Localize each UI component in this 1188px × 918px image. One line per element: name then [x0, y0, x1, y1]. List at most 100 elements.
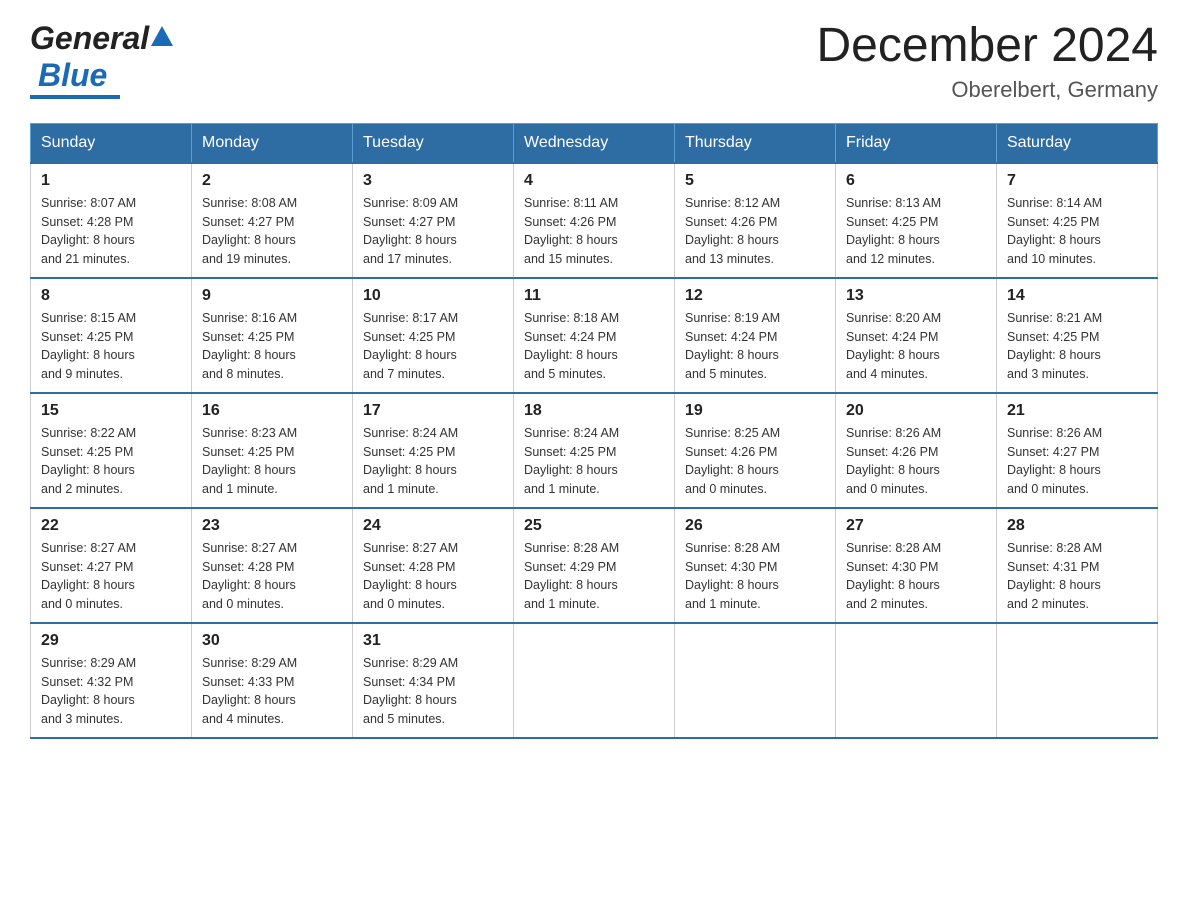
day-info: Sunrise: 8:17 AMSunset: 4:25 PMDaylight:…	[363, 309, 503, 384]
calendar-cell: 17 Sunrise: 8:24 AMSunset: 4:25 PMDaylig…	[353, 393, 514, 508]
day-info: Sunrise: 8:29 AMSunset: 4:33 PMDaylight:…	[202, 654, 342, 729]
day-number: 10	[363, 287, 503, 305]
calendar-cell: 16 Sunrise: 8:23 AMSunset: 4:25 PMDaylig…	[192, 393, 353, 508]
col-sunday: Sunday	[31, 123, 192, 163]
logo-underline	[30, 95, 120, 99]
day-number: 7	[1007, 172, 1147, 190]
day-number: 18	[524, 402, 664, 420]
day-info: Sunrise: 8:18 AMSunset: 4:24 PMDaylight:…	[524, 309, 664, 384]
calendar-cell	[675, 623, 836, 738]
calendar-cell: 1 Sunrise: 8:07 AMSunset: 4:28 PMDayligh…	[31, 163, 192, 278]
day-info: Sunrise: 8:24 AMSunset: 4:25 PMDaylight:…	[524, 424, 664, 499]
day-info: Sunrise: 8:28 AMSunset: 4:31 PMDaylight:…	[1007, 539, 1147, 614]
day-info: Sunrise: 8:28 AMSunset: 4:30 PMDaylight:…	[846, 539, 986, 614]
day-info: Sunrise: 8:26 AMSunset: 4:26 PMDaylight:…	[846, 424, 986, 499]
day-number: 26	[685, 517, 825, 535]
logo-blue-text: Blue	[38, 57, 107, 94]
day-number: 22	[41, 517, 181, 535]
day-info: Sunrise: 8:24 AMSunset: 4:25 PMDaylight:…	[363, 424, 503, 499]
page-header: General Blue December 2024 Oberelbert, G…	[30, 20, 1158, 103]
calendar-week-row: 1 Sunrise: 8:07 AMSunset: 4:28 PMDayligh…	[31, 163, 1158, 278]
calendar-cell: 22 Sunrise: 8:27 AMSunset: 4:27 PMDaylig…	[31, 508, 192, 623]
day-info: Sunrise: 8:27 AMSunset: 4:27 PMDaylight:…	[41, 539, 181, 614]
calendar-cell: 14 Sunrise: 8:21 AMSunset: 4:25 PMDaylig…	[997, 278, 1158, 393]
calendar-cell: 12 Sunrise: 8:19 AMSunset: 4:24 PMDaylig…	[675, 278, 836, 393]
day-info: Sunrise: 8:13 AMSunset: 4:25 PMDaylight:…	[846, 194, 986, 269]
day-info: Sunrise: 8:22 AMSunset: 4:25 PMDaylight:…	[41, 424, 181, 499]
day-number: 28	[1007, 517, 1147, 535]
day-info: Sunrise: 8:09 AMSunset: 4:27 PMDaylight:…	[363, 194, 503, 269]
day-number: 30	[202, 632, 342, 650]
day-number: 29	[41, 632, 181, 650]
title-block: December 2024 Oberelbert, Germany	[816, 20, 1158, 103]
calendar-cell: 26 Sunrise: 8:28 AMSunset: 4:30 PMDaylig…	[675, 508, 836, 623]
day-info: Sunrise: 8:12 AMSunset: 4:26 PMDaylight:…	[685, 194, 825, 269]
day-number: 6	[846, 172, 986, 190]
calendar-cell: 9 Sunrise: 8:16 AMSunset: 4:25 PMDayligh…	[192, 278, 353, 393]
calendar-week-row: 22 Sunrise: 8:27 AMSunset: 4:27 PMDaylig…	[31, 508, 1158, 623]
day-number: 25	[524, 517, 664, 535]
location-text: Oberelbert, Germany	[816, 77, 1158, 103]
day-number: 20	[846, 402, 986, 420]
day-info: Sunrise: 8:21 AMSunset: 4:25 PMDaylight:…	[1007, 309, 1147, 384]
calendar-cell: 6 Sunrise: 8:13 AMSunset: 4:25 PMDayligh…	[836, 163, 997, 278]
calendar-cell: 24 Sunrise: 8:27 AMSunset: 4:28 PMDaylig…	[353, 508, 514, 623]
day-info: Sunrise: 8:08 AMSunset: 4:27 PMDaylight:…	[202, 194, 342, 269]
day-info: Sunrise: 8:27 AMSunset: 4:28 PMDaylight:…	[363, 539, 503, 614]
day-info: Sunrise: 8:07 AMSunset: 4:28 PMDaylight:…	[41, 194, 181, 269]
day-info: Sunrise: 8:27 AMSunset: 4:28 PMDaylight:…	[202, 539, 342, 614]
day-number: 15	[41, 402, 181, 420]
day-number: 3	[363, 172, 503, 190]
logo-flag-icon	[151, 26, 173, 46]
calendar-header-row: Sunday Monday Tuesday Wednesday Thursday…	[31, 123, 1158, 163]
calendar-cell: 2 Sunrise: 8:08 AMSunset: 4:27 PMDayligh…	[192, 163, 353, 278]
col-friday: Friday	[836, 123, 997, 163]
day-number: 27	[846, 517, 986, 535]
logo: General Blue	[30, 20, 173, 99]
logo-general-text: General	[30, 20, 149, 57]
calendar-table: Sunday Monday Tuesday Wednesday Thursday…	[30, 123, 1158, 739]
col-wednesday: Wednesday	[514, 123, 675, 163]
month-title: December 2024	[816, 20, 1158, 73]
day-info: Sunrise: 8:20 AMSunset: 4:24 PMDaylight:…	[846, 309, 986, 384]
day-number: 12	[685, 287, 825, 305]
calendar-cell: 11 Sunrise: 8:18 AMSunset: 4:24 PMDaylig…	[514, 278, 675, 393]
day-info: Sunrise: 8:28 AMSunset: 4:29 PMDaylight:…	[524, 539, 664, 614]
day-info: Sunrise: 8:16 AMSunset: 4:25 PMDaylight:…	[202, 309, 342, 384]
day-number: 11	[524, 287, 664, 305]
calendar-cell: 4 Sunrise: 8:11 AMSunset: 4:26 PMDayligh…	[514, 163, 675, 278]
calendar-cell: 28 Sunrise: 8:28 AMSunset: 4:31 PMDaylig…	[997, 508, 1158, 623]
col-thursday: Thursday	[675, 123, 836, 163]
day-info: Sunrise: 8:28 AMSunset: 4:30 PMDaylight:…	[685, 539, 825, 614]
day-info: Sunrise: 8:11 AMSunset: 4:26 PMDaylight:…	[524, 194, 664, 269]
day-number: 16	[202, 402, 342, 420]
col-saturday: Saturday	[997, 123, 1158, 163]
calendar-cell: 3 Sunrise: 8:09 AMSunset: 4:27 PMDayligh…	[353, 163, 514, 278]
day-info: Sunrise: 8:14 AMSunset: 4:25 PMDaylight:…	[1007, 194, 1147, 269]
day-info: Sunrise: 8:19 AMSunset: 4:24 PMDaylight:…	[685, 309, 825, 384]
day-number: 13	[846, 287, 986, 305]
calendar-cell: 18 Sunrise: 8:24 AMSunset: 4:25 PMDaylig…	[514, 393, 675, 508]
col-monday: Monday	[192, 123, 353, 163]
day-info: Sunrise: 8:29 AMSunset: 4:34 PMDaylight:…	[363, 654, 503, 729]
calendar-cell: 27 Sunrise: 8:28 AMSunset: 4:30 PMDaylig…	[836, 508, 997, 623]
day-number: 8	[41, 287, 181, 305]
calendar-cell	[836, 623, 997, 738]
day-number: 9	[202, 287, 342, 305]
calendar-cell: 29 Sunrise: 8:29 AMSunset: 4:32 PMDaylig…	[31, 623, 192, 738]
calendar-cell: 21 Sunrise: 8:26 AMSunset: 4:27 PMDaylig…	[997, 393, 1158, 508]
day-number: 24	[363, 517, 503, 535]
day-info: Sunrise: 8:29 AMSunset: 4:32 PMDaylight:…	[41, 654, 181, 729]
day-number: 5	[685, 172, 825, 190]
day-number: 14	[1007, 287, 1147, 305]
calendar-week-row: 29 Sunrise: 8:29 AMSunset: 4:32 PMDaylig…	[31, 623, 1158, 738]
day-info: Sunrise: 8:25 AMSunset: 4:26 PMDaylight:…	[685, 424, 825, 499]
calendar-cell: 20 Sunrise: 8:26 AMSunset: 4:26 PMDaylig…	[836, 393, 997, 508]
day-info: Sunrise: 8:15 AMSunset: 4:25 PMDaylight:…	[41, 309, 181, 384]
day-info: Sunrise: 8:23 AMSunset: 4:25 PMDaylight:…	[202, 424, 342, 499]
day-number: 17	[363, 402, 503, 420]
calendar-cell: 7 Sunrise: 8:14 AMSunset: 4:25 PMDayligh…	[997, 163, 1158, 278]
calendar-cell: 15 Sunrise: 8:22 AMSunset: 4:25 PMDaylig…	[31, 393, 192, 508]
day-number: 2	[202, 172, 342, 190]
calendar-cell: 19 Sunrise: 8:25 AMSunset: 4:26 PMDaylig…	[675, 393, 836, 508]
